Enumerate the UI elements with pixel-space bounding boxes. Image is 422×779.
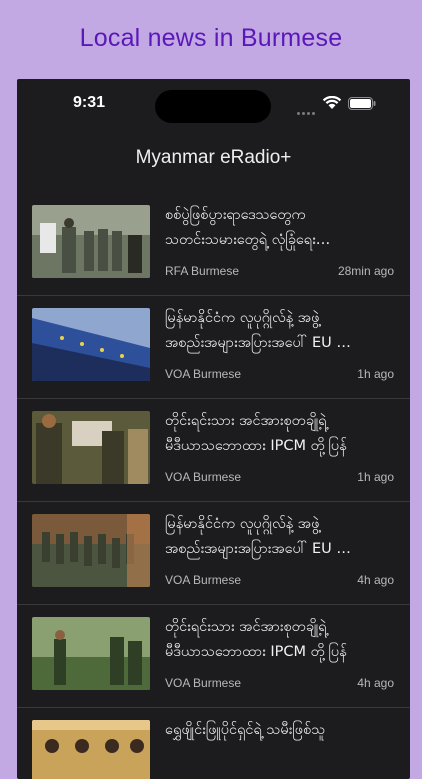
news-item[interactable]: တိုင်းရင်းသား အင်အားစုတချို့ရဲ့ မီဒီယာသဘ…	[17, 399, 410, 502]
wifi-icon	[322, 96, 342, 109]
news-headline: ရွှေဖျိုင်းဖြူပိုင်ရှင်ရဲ့ သမီးဖြစ်သူ	[165, 718, 395, 743]
news-time: 1h ago	[357, 367, 394, 381]
news-headline: စစ်ပွဲဖြစ်ပွားရာဒေသတွေက သတင်းသမားတွေရဲ့ …	[165, 203, 395, 253]
news-source: RFA Burmese	[165, 264, 240, 278]
headline-line: အစည်းအများအပြားအပေါ် EU …	[165, 335, 351, 351]
status-time: 9:31	[73, 94, 106, 111]
headline-line: ရွှေဖျိုင်းဖြူပိုင်ရှင်ရဲ့ သမီးဖြစ်သူ	[165, 722, 326, 738]
news-thumbnail	[32, 205, 150, 278]
status-bar: 9:31	[17, 79, 410, 131]
news-headline: တိုင်းရင်းသား အင်အားစုတချို့ရဲ့ မီဒီယာသဘ…	[165, 409, 395, 459]
headline-line: အစည်းအများအပြားအပေါ် EU …	[165, 541, 351, 557]
news-list: စစ်ပွဲဖြစ်ပွားရာဒေသတွေက သတင်းသမားတွေရဲ့ …	[17, 193, 410, 779]
news-thumbnail	[32, 308, 150, 381]
news-item[interactable]: မြန်မာနိုင်ငံက လူပုဂ္ဂိုလ်နဲ့ အဖွဲ့ အစည်…	[17, 502, 410, 605]
news-source: VOA Burmese	[165, 676, 242, 690]
news-source: VOA Burmese	[165, 367, 242, 381]
news-item[interactable]: ရွှေဖျိုင်းဖြူပိုင်ရှင်ရဲ့ သမီးဖြစ်သူ	[17, 708, 410, 779]
news-source: VOA Burmese	[165, 573, 242, 587]
news-item[interactable]: မြန်မာနိုင်ငံက လူပုဂ္ဂိုလ်နဲ့ အဖွဲ့ အစည်…	[17, 296, 410, 399]
headline-line: မြန်မာနိုင်ငံက လူပုဂ္ဂိုလ်နဲ့ အဖွဲ့	[165, 310, 320, 326]
news-item[interactable]: စစ်ပွဲဖြစ်ပွားရာဒေသတွေက သတင်းသမားတွေရဲ့ …	[17, 193, 410, 296]
app-title: Myanmar eRadio+	[135, 147, 292, 168]
headline-line: တိုင်းရင်းသား အင်အားစုတချို့ရဲ့	[165, 619, 327, 635]
news-item[interactable]: တိုင်းရင်းသား အင်အားစုတချို့ရဲ့ မီဒီယာသဘ…	[17, 605, 410, 708]
news-source: VOA Burmese	[165, 470, 242, 484]
news-thumbnail	[32, 411, 150, 484]
news-thumbnail	[32, 617, 150, 690]
signal-icon	[297, 100, 317, 119]
news-time: 28min ago	[337, 264, 394, 278]
dynamic-island	[155, 90, 271, 123]
headline-line: သတင်းသမားတွေရဲ့ လုံခြုံရေး…	[165, 232, 331, 248]
headline-line: တိုင်းရင်းသား အင်အားစုတချို့ရဲ့	[165, 413, 327, 429]
news-thumbnail	[32, 514, 150, 587]
news-time: 4h ago	[357, 676, 394, 690]
phone-screen: 9:31 Myanmar eRadio+ စစ်ပွဲဖြစ်ပွားရာဒေသ…	[17, 79, 410, 779]
news-headline: မြန်မာနိုင်ငံက လူပုဂ္ဂိုလ်နဲ့ အဖွဲ့ အစည်…	[165, 512, 395, 562]
promo-banner-title: Local news in Burmese	[79, 24, 343, 52]
headline-line: မြန်မာနိုင်ငံက လူပုဂ္ဂိုလ်နဲ့ အဖွဲ့	[165, 516, 320, 532]
news-headline: တိုင်းရင်းသား အင်အားစုတချို့ရဲ့ မီဒီယာသဘ…	[165, 615, 395, 665]
headline-line: မီဒီယာသဘောထား IPCM တို့ပြန်	[165, 438, 347, 454]
news-time: 4h ago	[357, 573, 394, 587]
battery-icon	[348, 97, 376, 110]
news-time: 1h ago	[357, 470, 394, 484]
news-headline: မြန်မာနိုင်ငံက လူပုဂ္ဂိုလ်နဲ့ အဖွဲ့ အစည်…	[165, 306, 395, 356]
headline-line: စစ်ပွဲဖြစ်ပွားရာဒေသတွေက	[165, 207, 306, 223]
headline-line: မီဒီယာသဘောထား IPCM တို့ပြန်	[165, 644, 347, 660]
